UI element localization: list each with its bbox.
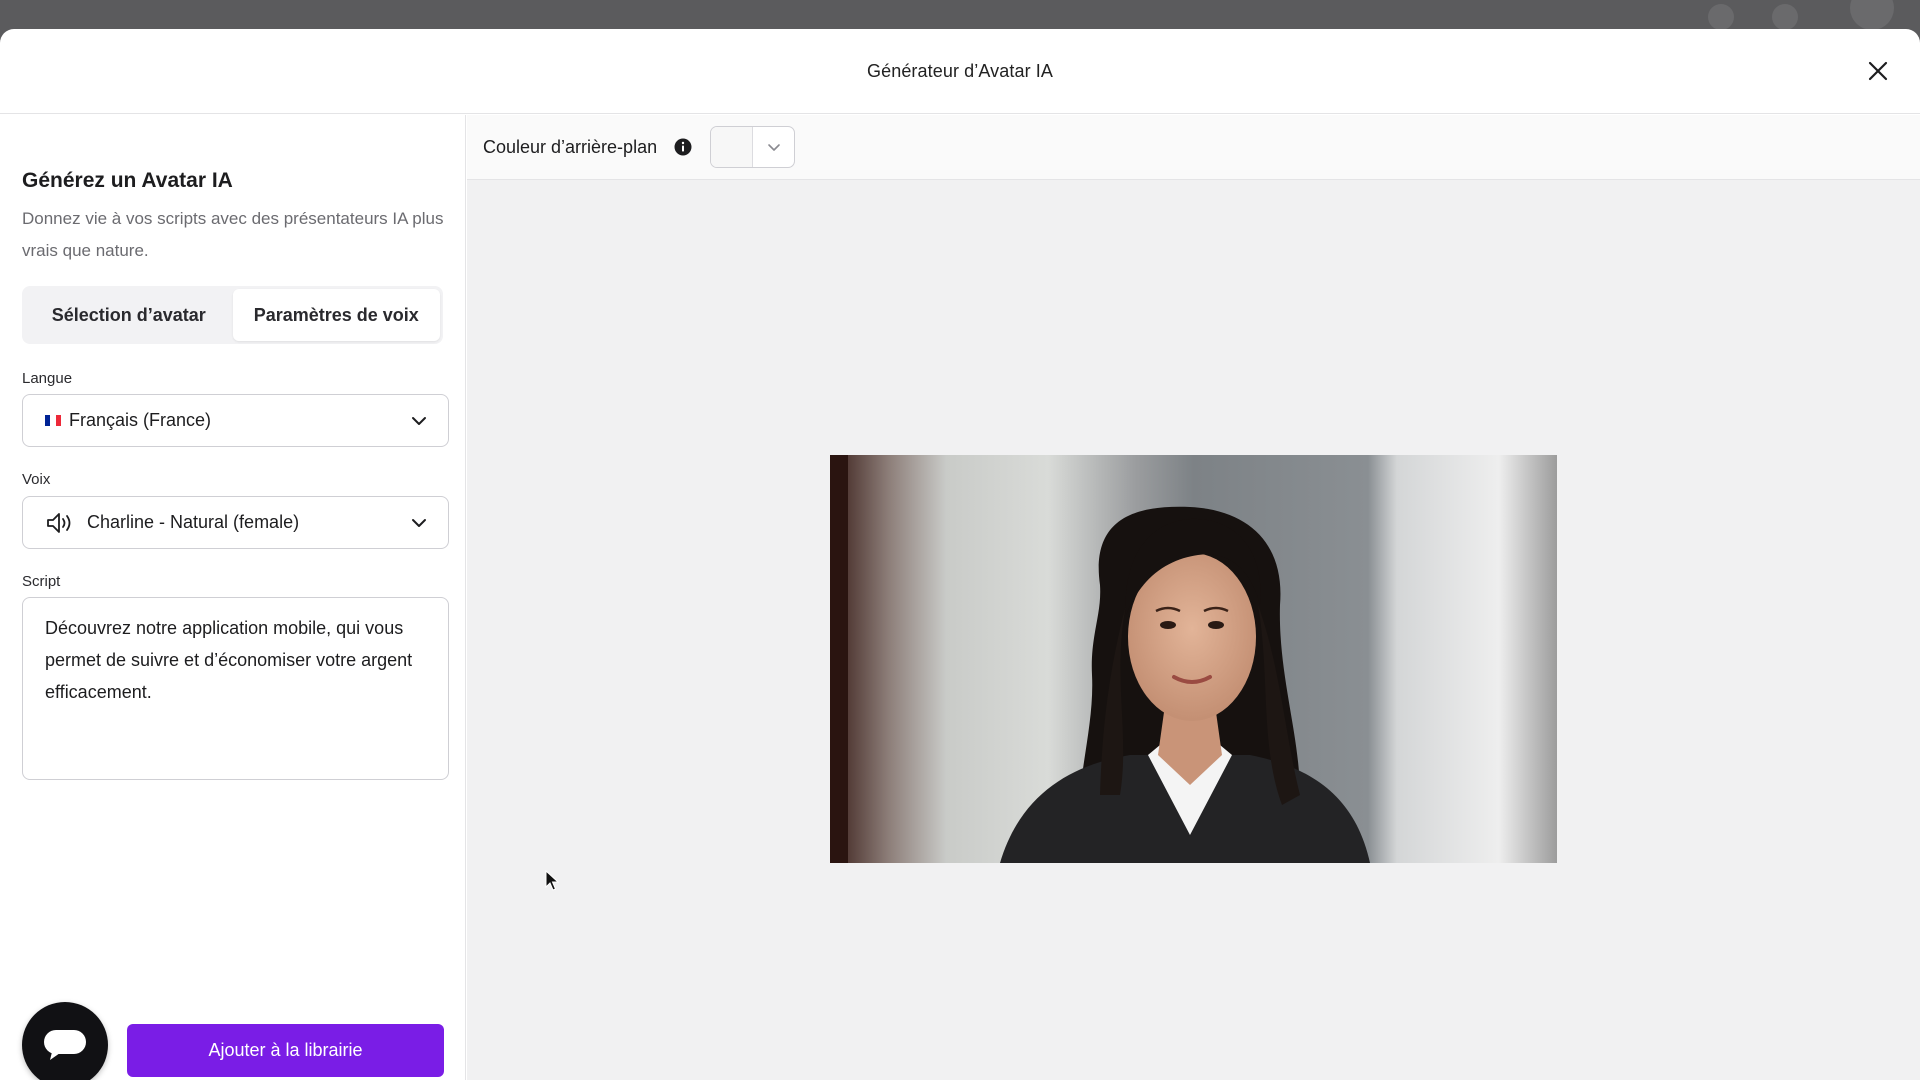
script-textarea[interactable]: Découvrez notre application mobile, qui … bbox=[22, 597, 449, 780]
preview-area: Couleur d’arrière-plan bbox=[467, 115, 1920, 1080]
modal-header: Générateur d’Avatar IA bbox=[0, 29, 1920, 114]
avatar-generator-modal: Générateur d’Avatar IA Générez un Avatar… bbox=[0, 29, 1920, 1080]
avatar-preview-video bbox=[830, 455, 1557, 863]
mouse-cursor bbox=[545, 870, 559, 891]
language-select[interactable]: Français (France) bbox=[22, 394, 449, 447]
chevron-down-icon bbox=[412, 518, 426, 527]
close-icon bbox=[1868, 61, 1888, 81]
tab-voice-settings[interactable]: Paramètres de voix bbox=[232, 289, 440, 341]
panel-subtitle: Donnez vie à vos scripts avec des présen… bbox=[22, 209, 444, 260]
speaker-icon bbox=[47, 512, 71, 533]
background-color-label: Couleur d’arrière-plan bbox=[483, 136, 658, 157]
script-label: Script bbox=[22, 573, 61, 590]
voice-value: Charline - Natural (female) bbox=[87, 512, 300, 532]
preview-toolbar: Couleur d’arrière-plan bbox=[467, 115, 1920, 180]
tab-bar: Sélection d’avatar Paramètres de voix bbox=[22, 286, 443, 344]
chevron-down-icon bbox=[412, 416, 426, 425]
close-button[interactable] bbox=[1864, 57, 1892, 85]
settings-panel: Générez un Avatar IA Donnez vie à vos sc… bbox=[0, 115, 466, 1080]
app-backdrop bbox=[0, 0, 1920, 30]
background-color-picker[interactable] bbox=[710, 126, 796, 168]
backdrop-icon bbox=[1772, 4, 1798, 30]
voice-select[interactable]: Charline - Natural (female) bbox=[22, 496, 449, 549]
modal-title: Générateur d’Avatar IA bbox=[867, 60, 1053, 81]
avatar-image bbox=[830, 455, 1557, 863]
language-value: Français (France) bbox=[69, 410, 212, 430]
chat-icon bbox=[44, 1030, 86, 1060]
info-icon[interactable] bbox=[674, 138, 692, 156]
chat-button[interactable] bbox=[22, 1002, 108, 1080]
voice-label: Voix bbox=[22, 471, 51, 488]
backdrop-avatar bbox=[1850, 0, 1894, 30]
color-swatch bbox=[711, 127, 754, 167]
panel-title: Générez un Avatar IA bbox=[22, 169, 233, 192]
language-label: Langue bbox=[22, 370, 73, 387]
backdrop-icon bbox=[1708, 4, 1734, 30]
tab-avatar-selection[interactable]: Sélection d’avatar bbox=[25, 289, 233, 341]
chevron-down-icon bbox=[767, 144, 780, 151]
add-to-library-button[interactable]: Ajouter à la librairie bbox=[127, 1024, 444, 1077]
france-flag-icon bbox=[45, 415, 61, 426]
